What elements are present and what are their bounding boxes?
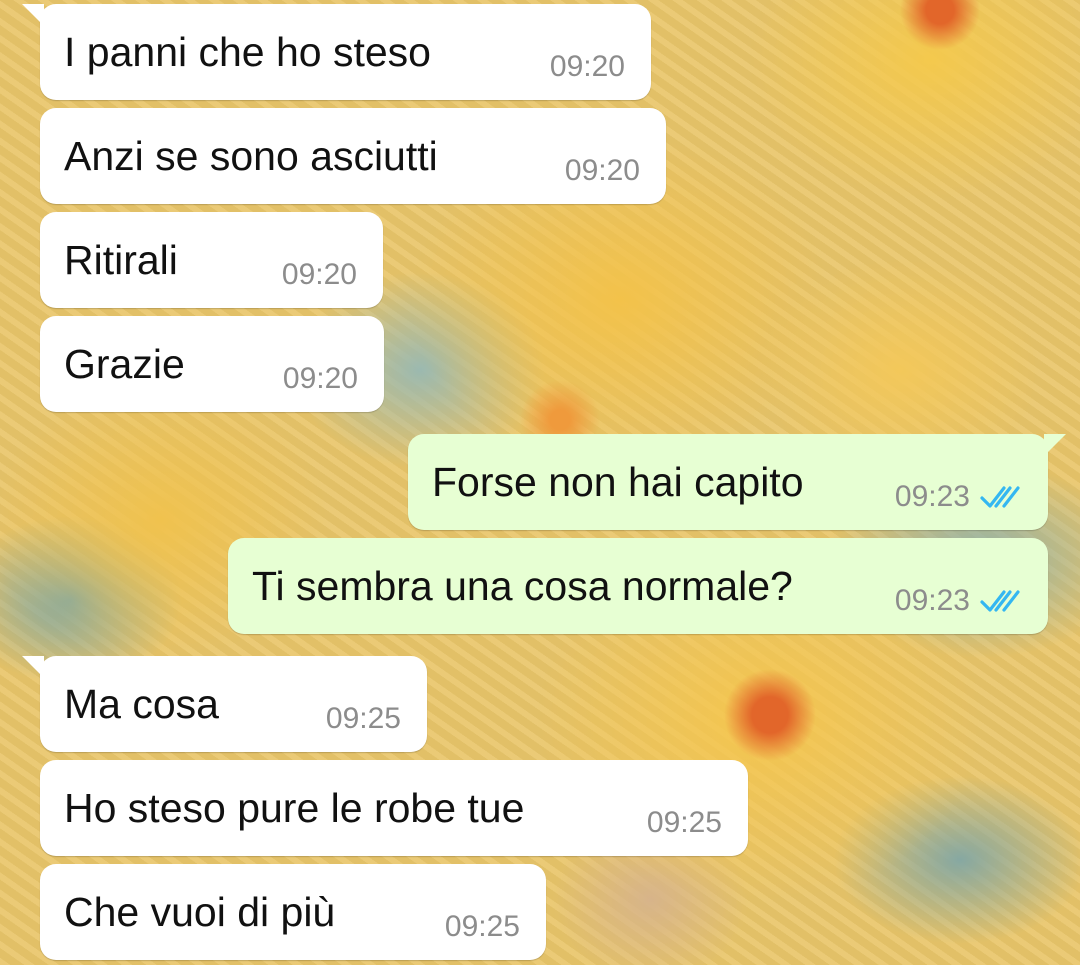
message-meta: 09:20 — [550, 52, 625, 82]
message-text: Che vuoi di più — [64, 889, 336, 935]
message-bubble-incoming[interactable]: Ma cosa 09:25 — [22, 656, 427, 752]
message-bubble-incoming[interactable]: I panni che ho steso 09:20 — [22, 4, 651, 100]
message-bubble-incoming[interactable]: Anzi se sono asciutti 09:20 — [40, 108, 666, 204]
message-meta: 09:20 — [565, 156, 640, 186]
message-meta: 09:25 — [326, 704, 401, 734]
bubble-tail — [22, 656, 44, 678]
message-text: Ma cosa — [64, 681, 219, 727]
message-time: 09:25 — [444, 910, 520, 943]
chat-message-list[interactable]: I panni che ho steso 09:20 Anzi se sono … — [0, 0, 1080, 965]
message-time: 09:25 — [325, 702, 401, 735]
message-bubble-incoming[interactable]: Ritirali 09:20 — [40, 212, 383, 308]
message-text: I panni che ho steso — [64, 29, 431, 75]
message-bubble-incoming[interactable]: Grazie 09:20 — [40, 316, 384, 412]
bubble-tail — [22, 4, 44, 26]
message-time: 09:20 — [549, 50, 625, 83]
message-meta: 09:20 — [282, 260, 357, 290]
message-bubble-outgoing[interactable]: Forse non hai capito 09:23 — [408, 434, 1066, 530]
bubble-tail — [1044, 434, 1066, 456]
message-meta: 09:23 — [895, 482, 1022, 512]
message-meta: 09:20 — [283, 364, 358, 394]
message-bubble-incoming[interactable]: Ho steso pure le robe tue 09:25 — [40, 760, 748, 856]
message-bubble-outgoing[interactable]: Ti sembra una cosa normale? 09:23 — [228, 538, 1048, 634]
message-meta: 09:25 — [445, 912, 520, 942]
message-bubble-incoming[interactable]: Che vuoi di più 09:25 — [40, 864, 546, 960]
message-text: Grazie — [64, 341, 185, 387]
double-check-icon — [980, 590, 1020, 612]
message-text: Forse non hai capito — [432, 459, 804, 505]
message-text: Ti sembra una cosa normale? — [252, 563, 793, 609]
message-time: 09:23 — [894, 480, 970, 513]
message-time: 09:20 — [564, 154, 640, 187]
message-meta: 09:25 — [647, 808, 722, 838]
message-time: 09:20 — [282, 362, 358, 395]
message-text: Anzi se sono asciutti — [64, 133, 438, 179]
message-time: 09:20 — [281, 258, 357, 291]
message-text: Ho steso pure le robe tue — [64, 785, 525, 831]
message-meta: 09:23 — [895, 586, 1022, 616]
message-time: 09:25 — [646, 806, 722, 839]
message-time: 09:23 — [894, 584, 970, 617]
message-text: Ritirali — [64, 237, 178, 283]
double-check-icon — [980, 486, 1020, 508]
